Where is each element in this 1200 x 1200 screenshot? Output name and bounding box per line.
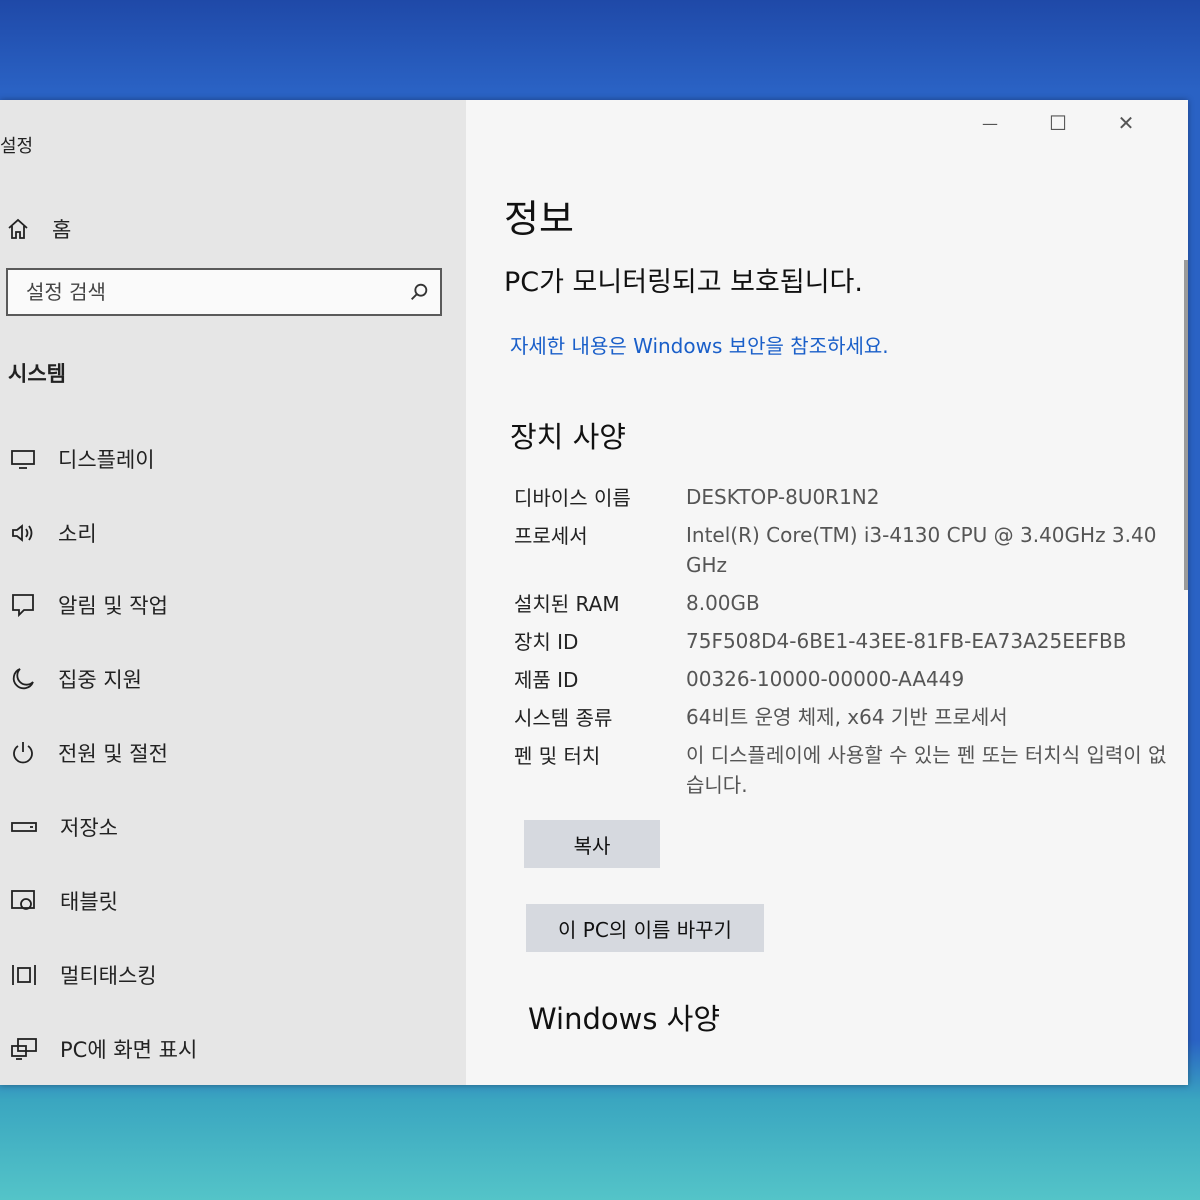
- spec-row-system-type: 시스템 종류 64비트 운영 체제, x64 기반 프로세서: [514, 702, 1176, 732]
- sidebar-item-tablet[interactable]: 태블릿: [10, 886, 118, 916]
- multitasking-icon: [12, 965, 36, 985]
- search-box[interactable]: [6, 268, 442, 316]
- sidebar-item-notifications[interactable]: 알림 및 작업: [10, 590, 168, 620]
- moon-icon: [12, 668, 34, 690]
- sidebar-item-multitasking[interactable]: 멀티태스킹: [10, 960, 157, 990]
- sidebar-item-power[interactable]: 전원 및 절전: [10, 738, 168, 768]
- spec-row-device-name: 디바이스 이름 DESKTOP-8U0R1N2: [514, 482, 1176, 512]
- security-link[interactable]: 자세한 내용은 Windows 보안을 참조하세요.: [510, 330, 889, 359]
- spec-value: 75F508D4-6BE1-43EE-81FB-EA73A25EEFBB: [686, 629, 1127, 653]
- main-content: — ☐ ✕ 정보 PC가 모니터링되고 보호됩니다. 자세한 내용은 Windo…: [466, 100, 1188, 1085]
- window-controls: — ☐ ✕: [956, 106, 1160, 140]
- home-label: 홈: [52, 218, 72, 242]
- maximize-icon: ☐: [1049, 111, 1067, 135]
- sidebar: 설정 홈 시스템 디스플레이 소리 알림 및: [0, 100, 466, 1085]
- spec-value: 00326-10000-00000-AA449: [686, 667, 965, 691]
- project-icon: [11, 1038, 37, 1060]
- close-button[interactable]: ✕: [1092, 106, 1160, 140]
- notification-icon: [12, 594, 34, 618]
- power-icon: [13, 742, 33, 764]
- protection-status: PC가 모니터링되고 보호됩니다.: [504, 267, 863, 298]
- spec-label: 디바이스 이름: [514, 486, 631, 510]
- maximize-button[interactable]: ☐: [1024, 106, 1092, 140]
- tablet-icon: [11, 890, 35, 910]
- minimize-icon: —: [982, 113, 998, 133]
- sidebar-item-label: 디스플레이: [58, 448, 155, 472]
- spec-label: 프로세서: [514, 524, 588, 548]
- rename-pc-button[interactable]: 이 PC의 이름 바꾸기: [526, 904, 764, 952]
- section-label-system: 시스템: [8, 362, 66, 386]
- minimize-button[interactable]: —: [956, 106, 1024, 140]
- device-specs-heading: 장치 사양: [510, 420, 626, 454]
- spec-value: Intel(R) Core(TM) i3-4130 CPU @ 3.40GHz …: [686, 523, 1157, 577]
- spec-value: 이 디스플레이에 사용할 수 있는 펜 또는 터치식 입력이 없습니다.: [686, 743, 1167, 797]
- copy-button[interactable]: 복사: [524, 820, 660, 868]
- search-input[interactable]: [24, 279, 388, 305]
- sidebar-item-project[interactable]: PC에 화면 표시: [10, 1034, 197, 1064]
- sidebar-item-label: 알림 및 작업: [58, 594, 168, 618]
- scrollbar[interactable]: [1184, 260, 1188, 590]
- sidebar-item-label: PC에 화면 표시: [60, 1038, 198, 1062]
- home-icon: [8, 218, 28, 239]
- sidebar-item-label: 전원 및 절전: [58, 742, 168, 766]
- monitor-icon: [11, 450, 35, 469]
- app-title: 설정: [0, 136, 34, 157]
- sidebar-item-label: 집중 지원: [58, 668, 142, 692]
- sidebar-item-display[interactable]: 디스플레이: [10, 444, 155, 474]
- spec-label: 시스템 종류: [514, 706, 613, 730]
- sidebar-item-label: 소리: [58, 522, 97, 546]
- spec-row-processor: 프로세서 Intel(R) Core(TM) i3-4130 CPU @ 3.4…: [514, 520, 1176, 580]
- sidebar-item-label: 멀티태스킹: [60, 964, 157, 988]
- spec-value: DESKTOP-8U0R1N2: [686, 485, 880, 509]
- spec-label: 펜 및 터치: [514, 744, 601, 768]
- speaker-icon: [12, 524, 33, 542]
- spec-value: 8.00GB: [686, 591, 760, 615]
- spec-row-ram: 설치된 RAM 8.00GB: [514, 588, 1176, 618]
- settings-window: 설정 홈 시스템 디스플레이 소리 알림 및: [0, 100, 1188, 1085]
- search-icon[interactable]: [408, 281, 430, 303]
- sidebar-item-label: 저장소: [60, 816, 118, 840]
- home-link[interactable]: 홈: [6, 214, 71, 244]
- spec-row-device-id: 장치 ID 75F508D4-6BE1-43EE-81FB-EA73A25EEF…: [514, 626, 1176, 656]
- windows-specs-heading: Windows 사양: [528, 1002, 721, 1036]
- spec-label: 제품 ID: [514, 668, 579, 692]
- spec-label: 설치된 RAM: [514, 592, 620, 616]
- spec-label: 장치 ID: [514, 630, 579, 654]
- spec-value: 64비트 운영 체제, x64 기반 프로세서: [686, 705, 1008, 729]
- sidebar-item-focus-assist[interactable]: 집중 지원: [10, 664, 142, 694]
- spec-row-product-id: 제품 ID 00326-10000-00000-AA449: [514, 664, 1176, 694]
- close-icon: ✕: [1117, 111, 1135, 135]
- sidebar-item-label: 태블릿: [60, 890, 118, 914]
- sidebar-item-sound[interactable]: 소리: [10, 518, 97, 548]
- storage-icon: [11, 822, 37, 832]
- page-title: 정보: [504, 197, 574, 241]
- spec-row-pen-touch: 펜 및 터치 이 디스플레이에 사용할 수 있는 펜 또는 터치식 입력이 없습…: [514, 740, 1176, 800]
- sidebar-item-storage[interactable]: 저장소: [10, 812, 118, 842]
